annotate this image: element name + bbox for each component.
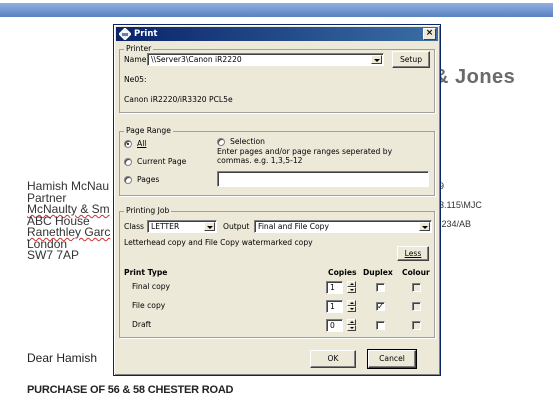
- chevron-down-icon[interactable]: [371, 55, 382, 64]
- reference-line: 23.115\MJC: [434, 200, 482, 210]
- duplex-header: Duplex: [363, 268, 393, 277]
- printing-job-group: Printing Job Class LETTER Output Final a…: [119, 206, 435, 338]
- address-line-text: SW7 7AP: [27, 248, 80, 262]
- all-label-text: All: [137, 139, 147, 148]
- printing-job-legend: Printing Job: [124, 206, 172, 216]
- current-page-radio[interactable]: [124, 158, 132, 166]
- output-combo[interactable]: Final and File Copy: [254, 220, 432, 233]
- printer-name-value: \\Server3\Canon iR2220: [151, 55, 242, 64]
- document-header-bar: [0, 3, 553, 17]
- draft-colour-checkbox[interactable]: [412, 321, 421, 330]
- selection-radio[interactable]: [217, 138, 225, 146]
- printer-group: Printer Name \\Server3\Canon iR2220 Setu…: [119, 44, 435, 113]
- all-radio[interactable]: [124, 140, 132, 148]
- title-bar[interactable]: Print ×: [116, 27, 438, 41]
- job-info: Letterhead copy and File Copy watermarke…: [124, 238, 313, 247]
- close-icon: ×: [425, 28, 434, 38]
- spin-down-icon[interactable]: [347, 306, 356, 312]
- class-combo[interactable]: LETTER: [147, 220, 217, 233]
- print-type-row-label: File copy: [132, 301, 166, 310]
- address-line: SW7 7AP: [27, 248, 110, 262]
- file-colour-checkbox[interactable]: [412, 302, 421, 311]
- current-page-label[interactable]: Current Page: [137, 157, 186, 167]
- final-colour-checkbox[interactable]: [412, 283, 421, 292]
- dialog-title: Print: [134, 29, 158, 39]
- printer-name-label: Name: [124, 55, 147, 64]
- ok-button[interactable]: OK: [310, 350, 356, 368]
- pages-label[interactable]: Pages: [137, 175, 159, 185]
- final-copies-input[interactable]: 1: [326, 281, 343, 294]
- draft-copies-input[interactable]: 0: [326, 319, 343, 332]
- subject-line: PURCHASE OF 56 & 58 CHESTER ROAD: [27, 384, 234, 396]
- printer-port: Ne05:: [124, 75, 147, 84]
- draft-duplex-checkbox[interactable]: [376, 321, 385, 330]
- setup-button[interactable]: Setup: [392, 51, 430, 68]
- printer-driver: Canon iR2220/iR3320 PCL5e: [124, 95, 233, 104]
- cancel-button[interactable]: Cancel: [367, 349, 417, 369]
- less-label: Less: [404, 249, 422, 258]
- draft-copies-spinner[interactable]: [347, 319, 356, 331]
- output-value: Final and File Copy: [258, 222, 329, 231]
- selection-label[interactable]: Selection: [230, 137, 265, 147]
- copies-header: Copies: [328, 268, 357, 277]
- address-block: Hamish McNau Partner McNaulty & Sm ABC H…: [27, 180, 110, 262]
- class-value: LETTER: [151, 222, 180, 231]
- print-type-header: Print Type: [124, 268, 168, 277]
- print-type-row-label: Final copy: [132, 282, 171, 291]
- file-copies-spinner[interactable]: [347, 300, 356, 312]
- final-copies-spinner[interactable]: [347, 281, 356, 293]
- output-label: Output: [223, 222, 250, 231]
- pages-input[interactable]: [217, 171, 429, 187]
- class-label: Class: [124, 222, 144, 231]
- greeting: Dear Hamish: [27, 351, 98, 365]
- printer-icon: [119, 28, 131, 40]
- page-range-hint: Enter pages and/or page ranges seperated…: [217, 147, 393, 165]
- file-duplex-checkbox[interactable]: ✓: [376, 302, 385, 311]
- chevron-down-icon[interactable]: [419, 222, 430, 231]
- company-name: & Jones: [434, 66, 516, 88]
- printer-name-combo[interactable]: \\Server3\Canon iR2220: [147, 53, 384, 66]
- page-range-legend: Page Range: [124, 126, 173, 136]
- pages-radio[interactable]: [124, 176, 132, 184]
- page-range-group: Page Range All Current Page Pages Select…: [119, 126, 435, 196]
- chevron-down-icon[interactable]: [204, 222, 215, 231]
- checkmark-icon: ✓: [377, 302, 384, 311]
- spin-down-icon[interactable]: [347, 287, 356, 293]
- close-button[interactable]: ×: [423, 28, 436, 40]
- file-copies-input[interactable]: 1: [326, 300, 343, 313]
- less-button[interactable]: Less: [397, 246, 429, 261]
- colour-header: Colour: [402, 268, 430, 277]
- spin-down-icon[interactable]: [347, 325, 356, 331]
- print-type-row-label: Draft: [132, 320, 152, 329]
- print-dialog: Print × Printer Name \\Server3\Canon iR2…: [113, 24, 441, 376]
- final-duplex-checkbox[interactable]: [376, 283, 385, 292]
- all-label[interactable]: All: [137, 139, 146, 149]
